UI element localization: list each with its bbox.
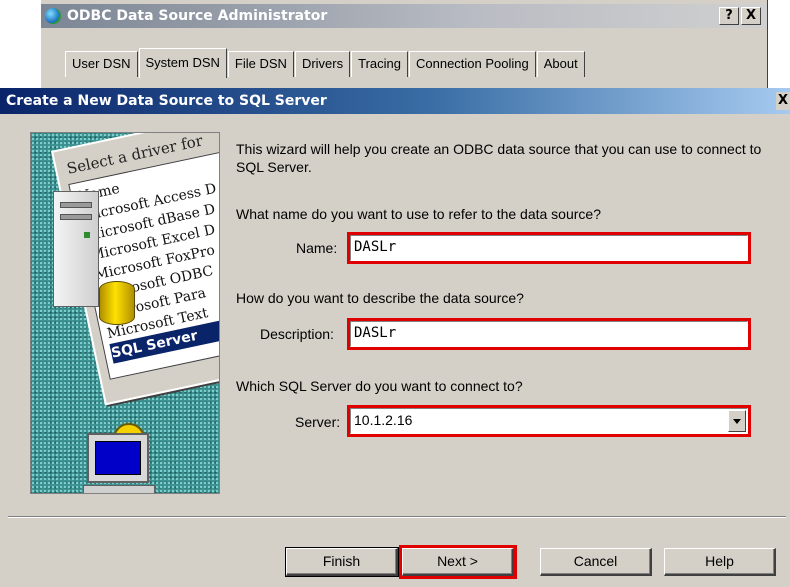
help-button[interactable]: ?	[719, 7, 739, 25]
tab-strip: User DSN System DSN File DSN Drivers Tra…	[65, 48, 586, 78]
server-question: Which SQL Server do you want to connect …	[236, 378, 523, 394]
drive-bay	[60, 202, 92, 208]
button-separator	[8, 516, 786, 518]
server-value: 10.1.2.16	[354, 412, 413, 428]
name-label: Name:	[296, 240, 338, 256]
server-combobox[interactable]: 10.1.2.16	[347, 405, 751, 437]
next-button[interactable]: Next >	[399, 545, 517, 579]
tab-connection-pooling[interactable]: Connection Pooling	[408, 51, 536, 77]
close-button[interactable]: X	[741, 7, 761, 25]
tab-system-dsn[interactable]: System DSN	[138, 48, 227, 78]
globe-icon	[45, 8, 61, 24]
server-tower-icon	[53, 191, 99, 307]
dialog-titlebar[interactable]: Create a New Data Source to SQL Server	[0, 88, 790, 114]
monitor-screen	[95, 441, 141, 475]
tab-tracing[interactable]: Tracing	[351, 51, 408, 77]
intro-text: This wizard will help you create an ODBC…	[236, 141, 762, 175]
cancel-button[interactable]: Cancel	[540, 548, 652, 576]
tab-user-dsn[interactable]: User DSN	[65, 51, 138, 77]
description-input[interactable]: DASLr	[347, 318, 751, 350]
power-led	[84, 232, 90, 238]
computer-base-icon	[83, 485, 155, 493]
tab-drivers[interactable]: Drivers	[294, 51, 351, 77]
computer-monitor-icon	[87, 433, 149, 483]
dialog-title: Create a New Data Source to SQL Server	[6, 93, 327, 109]
odbc-admin-title: ODBC Data Source Administrator	[67, 8, 328, 24]
description-question: How do you want to describe the data sou…	[236, 290, 524, 306]
server-label: Server:	[295, 414, 341, 430]
name-question: What name do you want to use to refer to…	[236, 206, 601, 222]
dialog-close-icon[interactable]: X	[776, 92, 790, 110]
help-button-dialog[interactable]: Help	[664, 548, 776, 576]
odbc-admin-titlebar[interactable]: ODBC Data Source Administrator ? X	[41, 4, 767, 28]
name-input[interactable]: DASLr	[347, 232, 751, 264]
tab-about[interactable]: About	[536, 51, 585, 77]
wizard-illustration: Select a driver for Name Microsoft Acces…	[30, 132, 220, 494]
description-label: Description:	[260, 326, 334, 342]
drive-bay	[60, 214, 92, 220]
chevron-down-icon[interactable]	[728, 410, 746, 432]
database-icon	[99, 281, 135, 325]
finish-button[interactable]: Finish	[285, 547, 399, 577]
tab-file-dsn[interactable]: File DSN	[227, 51, 294, 77]
odbc-admin-window: ODBC Data Source Administrator ? X User …	[40, 0, 768, 90]
create-data-source-dialog: Create a New Data Source to SQL Server X…	[0, 88, 790, 587]
